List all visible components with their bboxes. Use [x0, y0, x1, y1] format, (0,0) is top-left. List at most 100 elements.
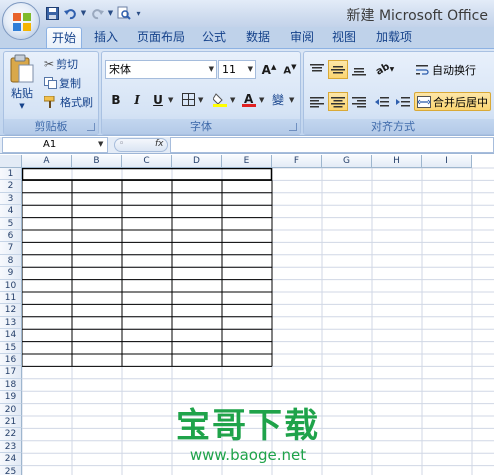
- font-launcher-icon[interactable]: [289, 123, 297, 131]
- shrink-font-button[interactable]: A▼: [280, 60, 300, 79]
- tab-home[interactable]: 开始: [46, 27, 82, 49]
- font-name-combo[interactable]: 宋体 ▼: [105, 60, 217, 79]
- expand-icon[interactable]: ◦: [119, 139, 124, 149]
- column-header-c[interactable]: C: [122, 155, 172, 168]
- align-center-icon: [331, 96, 345, 107]
- row-header-15[interactable]: 15: [0, 341, 22, 354]
- wrap-text-icon: [416, 65, 429, 75]
- row-header-5[interactable]: 5: [0, 217, 22, 230]
- save-icon[interactable]: [44, 5, 60, 21]
- row-header-6[interactable]: 6: [0, 230, 22, 243]
- row-header-23[interactable]: 23: [0, 440, 22, 454]
- insert-function-icon[interactable]: fx: [155, 139, 164, 149]
- row-header-10[interactable]: 10: [0, 279, 22, 292]
- tab-data[interactable]: 数据: [240, 27, 276, 48]
- column-header-d[interactable]: D: [172, 155, 222, 168]
- name-box[interactable]: A1: [2, 137, 108, 153]
- row-header-19[interactable]: 19: [0, 391, 22, 404]
- chevron-down-icon[interactable]: ▼: [209, 61, 214, 78]
- phonetic-dropdown-icon[interactable]: ▼: [289, 96, 294, 104]
- row-header-20[interactable]: 20: [0, 403, 22, 416]
- orientation-button[interactable]: ab ▼: [372, 60, 398, 79]
- row-header-1[interactable]: 1: [0, 168, 22, 181]
- bold-button[interactable]: B: [106, 90, 126, 109]
- title-bar: ▼ ▼ ▾ 新建 Microsoft Office: [0, 0, 494, 27]
- paste-button[interactable]: 粘贴 ▼: [7, 54, 37, 114]
- grow-font-icon: A▲: [261, 62, 277, 77]
- cut-label: 剪切: [56, 58, 79, 71]
- format-painter-button[interactable]: 格式刷: [44, 94, 93, 110]
- fill-color-dropdown-icon[interactable]: ▼: [230, 96, 235, 104]
- tab-formulas[interactable]: 公式: [196, 27, 232, 48]
- row-header-22[interactable]: 22: [0, 428, 22, 441]
- row-header-9[interactable]: 9: [0, 267, 22, 280]
- row-header-21[interactable]: 21: [0, 416, 22, 429]
- paste-dropdown-icon[interactable]: ▼: [19, 102, 24, 110]
- name-box-dropdown-icon[interactable]: ▼: [98, 140, 103, 148]
- select-all-corner[interactable]: [0, 155, 22, 168]
- fill-color-button[interactable]: [210, 90, 230, 109]
- clipboard-launcher-icon[interactable]: [87, 123, 95, 131]
- row-header-8[interactable]: 8: [0, 254, 22, 268]
- cut-button[interactable]: ✂ 剪切: [44, 56, 78, 72]
- tab-add-ins[interactable]: 加载项: [370, 27, 418, 48]
- merge-center-button[interactable]: 合并后居中: [414, 92, 491, 111]
- grow-font-button[interactable]: A▲: [259, 60, 279, 79]
- tab-page-layout[interactable]: 页面布局: [132, 27, 190, 48]
- align-top-button[interactable]: [307, 60, 327, 79]
- copy-button[interactable]: 复制: [44, 75, 81, 91]
- borders-dropdown-icon[interactable]: ▼: [198, 96, 203, 104]
- row-header-17[interactable]: 17: [0, 366, 22, 379]
- office-button[interactable]: [2, 2, 40, 40]
- undo-icon[interactable]: [62, 5, 78, 21]
- undo-dropdown-icon[interactable]: ▼: [80, 5, 87, 21]
- redo-icon[interactable]: [89, 5, 105, 21]
- align-middle-button[interactable]: [328, 60, 348, 79]
- wrap-text-button[interactable]: 自动换行: [416, 62, 476, 78]
- underline-button[interactable]: U: [148, 90, 168, 109]
- borders-button[interactable]: [178, 90, 198, 109]
- row-header-4[interactable]: 4: [0, 205, 22, 218]
- copy-label: 复制: [59, 77, 81, 90]
- row-header-24[interactable]: 24: [0, 453, 22, 466]
- row-header-3[interactable]: 3: [0, 192, 22, 206]
- font-size-combo[interactable]: 11 ▼: [218, 60, 256, 79]
- font-color-button[interactable]: A: [239, 90, 259, 109]
- row-header-14[interactable]: 14: [0, 329, 22, 342]
- row-header-12[interactable]: 12: [0, 304, 22, 317]
- column-header-g[interactable]: G: [322, 155, 372, 168]
- font-color-dropdown-icon[interactable]: ▼: [259, 96, 264, 104]
- row-header-13[interactable]: 13: [0, 316, 22, 330]
- align-left-button[interactable]: [307, 92, 327, 111]
- tab-review[interactable]: 审阅: [284, 27, 320, 48]
- chevron-down-icon[interactable]: ▼: [248, 61, 253, 78]
- redo-dropdown-icon[interactable]: ▼: [107, 5, 114, 21]
- phonetic-button[interactable]: 變: [268, 90, 288, 109]
- column-header-a[interactable]: A: [22, 155, 72, 168]
- align-right-icon: [352, 96, 366, 107]
- row-header-7[interactable]: 7: [0, 242, 22, 255]
- align-right-button[interactable]: [349, 92, 369, 111]
- column-header-e[interactable]: E: [222, 155, 272, 168]
- column-header-f[interactable]: F: [272, 155, 322, 168]
- italic-button[interactable]: I: [127, 90, 147, 109]
- ribbon-tabs: 开始 插入 页面布局 公式 数据 审阅 视图 加载项: [0, 27, 494, 49]
- decrease-indent-button[interactable]: [372, 92, 392, 111]
- column-header-h[interactable]: H: [372, 155, 422, 168]
- row-header-16[interactable]: 16: [0, 354, 22, 367]
- align-center-button[interactable]: [328, 92, 348, 111]
- align-bottom-button[interactable]: [349, 60, 369, 79]
- row-header-25[interactable]: 25: [0, 465, 22, 475]
- tab-view[interactable]: 视图: [326, 27, 362, 48]
- column-header-b[interactable]: B: [72, 155, 122, 168]
- column-header-i[interactable]: I: [422, 155, 472, 168]
- row-header-11[interactable]: 11: [0, 292, 22, 305]
- formula-input[interactable]: [170, 137, 494, 153]
- customize-qat-icon[interactable]: ▾: [134, 5, 143, 21]
- underline-dropdown-icon[interactable]: ▼: [168, 96, 173, 104]
- tab-insert[interactable]: 插入: [88, 27, 124, 48]
- print-preview-icon[interactable]: [116, 5, 132, 21]
- row-header-2[interactable]: 2: [0, 180, 22, 193]
- row-header-18[interactable]: 18: [0, 378, 22, 392]
- increase-indent-button[interactable]: [393, 92, 413, 111]
